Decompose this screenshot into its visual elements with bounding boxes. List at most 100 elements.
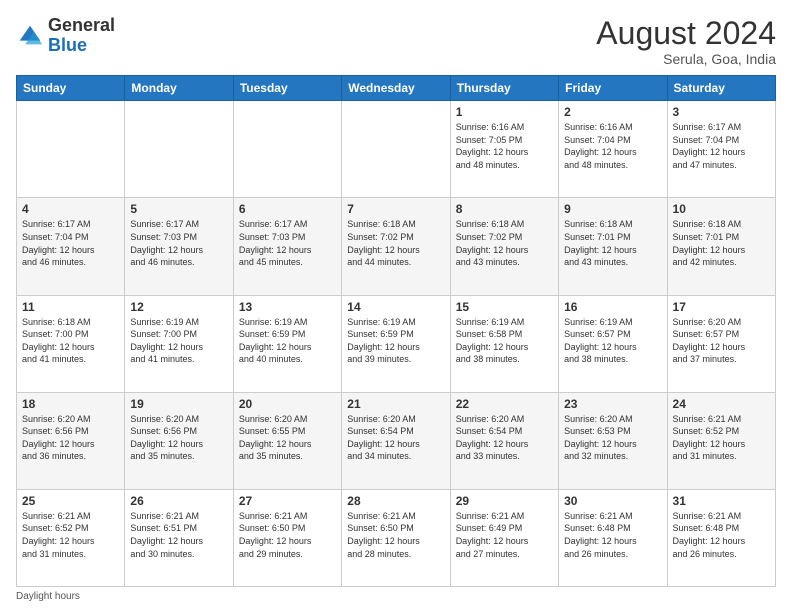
day-number: 4 (22, 202, 119, 216)
logo-icon (16, 22, 44, 50)
calendar-week-row: 25 Sunrise: 6:21 AM Sunset: 6:52 PM Dayli… (17, 489, 776, 586)
location: Serula, Goa, India (596, 51, 776, 67)
day-number: 1 (456, 105, 553, 119)
day-info: Sunrise: 6:21 AM Sunset: 6:50 PM Dayligh… (239, 510, 336, 560)
day-number: 31 (673, 494, 770, 508)
calendar-header-monday: Monday (125, 76, 233, 101)
day-number: 6 (239, 202, 336, 216)
day-info: Sunrise: 6:21 AM Sunset: 6:52 PM Dayligh… (22, 510, 119, 560)
logo-general-text: General (48, 15, 115, 35)
calendar-header-thursday: Thursday (450, 76, 558, 101)
day-info: Sunrise: 6:20 AM Sunset: 6:55 PM Dayligh… (239, 413, 336, 463)
calendar-week-row: 11Sunrise: 6:18 AM Sunset: 7:00 PM Dayli… (17, 295, 776, 392)
day-info: Sunrise: 6:18 AM Sunset: 7:01 PM Dayligh… (564, 218, 661, 268)
day-number: 24 (673, 397, 770, 411)
calendar-cell: 20Sunrise: 6:20 AM Sunset: 6:55 PM Dayli… (233, 392, 341, 489)
day-number: 19 (130, 397, 227, 411)
day-info: Sunrise: 6:19 AM Sunset: 6:58 PM Dayligh… (456, 316, 553, 366)
calendar-cell: 11Sunrise: 6:18 AM Sunset: 7:00 PM Dayli… (17, 295, 125, 392)
calendar-header-sunday: Sunday (17, 76, 125, 101)
calendar-cell: 24 Sunrise: 6:21 AM Sunset: 6:52 PM Dayli… (667, 392, 775, 489)
header: General Blue August 2024 Serula, Goa, In… (16, 16, 776, 67)
day-info: Sunrise: 6:17 AM Sunset: 7:04 PM Dayligh… (673, 121, 770, 171)
day-info: Sunrise: 6:16 AM Sunset: 7:04 PM Dayligh… (564, 121, 661, 171)
day-info: Sunrise: 6:19 AM Sunset: 6:59 PM Dayligh… (239, 316, 336, 366)
day-info: Sunrise: 6:19 AM Sunset: 6:59 PM Dayligh… (347, 316, 444, 366)
calendar-week-row: 1 Sunrise: 6:16 AM Sunset: 7:05 PM Daylig… (17, 101, 776, 198)
calendar-table: SundayMondayTuesdayWednesdayThursdayFrid… (16, 75, 776, 587)
logo-blue-text: Blue (48, 35, 87, 55)
footer: Daylight hours (16, 591, 776, 602)
day-number: 17 (673, 300, 770, 314)
footer-text: Daylight hours (16, 591, 80, 602)
day-info: Sunrise: 6:20 AM Sunset: 6:54 PM Dayligh… (456, 413, 553, 463)
day-info: Sunrise: 6:16 AM Sunset: 7:05 PM Dayligh… (456, 121, 553, 171)
day-info: Sunrise: 6:17 AM Sunset: 7:04 PM Dayligh… (22, 218, 119, 268)
day-number: 21 (347, 397, 444, 411)
calendar-cell: 22 Sunrise: 6:20 AM Sunset: 6:54 PM Dayli… (450, 392, 558, 489)
calendar-cell: 25 Sunrise: 6:21 AM Sunset: 6:52 PM Dayli… (17, 489, 125, 586)
day-number: 16 (564, 300, 661, 314)
calendar-cell: 23 Sunrise: 6:20 AM Sunset: 6:53 PM Dayli… (559, 392, 667, 489)
calendar-cell: 8Sunrise: 6:18 AM Sunset: 7:02 PM Daylig… (450, 198, 558, 295)
calendar-cell: 14 Sunrise: 6:19 AM Sunset: 6:59 PM Dayli… (342, 295, 450, 392)
day-info: Sunrise: 6:17 AM Sunset: 7:03 PM Dayligh… (239, 218, 336, 268)
calendar-cell: 6 Sunrise: 6:17 AM Sunset: 7:03 PM Daylig… (233, 198, 341, 295)
day-info: Sunrise: 6:19 AM Sunset: 7:00 PM Dayligh… (130, 316, 227, 366)
day-info: Sunrise: 6:21 AM Sunset: 6:48 PM Dayligh… (564, 510, 661, 560)
day-number: 5 (130, 202, 227, 216)
calendar-cell: 29 Sunrise: 6:21 AM Sunset: 6:49 PM Dayli… (450, 489, 558, 586)
day-number: 18 (22, 397, 119, 411)
day-info: Sunrise: 6:19 AM Sunset: 6:57 PM Dayligh… (564, 316, 661, 366)
page: General Blue August 2024 Serula, Goa, In… (0, 0, 792, 612)
calendar-header-tuesday: Tuesday (233, 76, 341, 101)
day-info: Sunrise: 6:20 AM Sunset: 6:56 PM Dayligh… (130, 413, 227, 463)
day-info: Sunrise: 6:21 AM Sunset: 6:50 PM Dayligh… (347, 510, 444, 560)
calendar-header-row: SundayMondayTuesdayWednesdayThursdayFrid… (17, 76, 776, 101)
day-number: 14 (347, 300, 444, 314)
calendar-cell: 10Sunrise: 6:18 AM Sunset: 7:01 PM Dayli… (667, 198, 775, 295)
day-number: 28 (347, 494, 444, 508)
calendar-cell: 18 Sunrise: 6:20 AM Sunset: 6:56 PM Dayli… (17, 392, 125, 489)
day-number: 12 (130, 300, 227, 314)
day-number: 25 (22, 494, 119, 508)
day-number: 30 (564, 494, 661, 508)
day-info: Sunrise: 6:18 AM Sunset: 7:01 PM Dayligh… (673, 218, 770, 268)
day-info: Sunrise: 6:21 AM Sunset: 6:51 PM Dayligh… (130, 510, 227, 560)
calendar-cell: 7 Sunrise: 6:18 AM Sunset: 7:02 PM Daylig… (342, 198, 450, 295)
day-number: 8 (456, 202, 553, 216)
day-number: 15 (456, 300, 553, 314)
calendar-week-row: 18 Sunrise: 6:20 AM Sunset: 6:56 PM Dayli… (17, 392, 776, 489)
calendar-cell: 9Sunrise: 6:18 AM Sunset: 7:01 PM Daylig… (559, 198, 667, 295)
calendar-cell (233, 101, 341, 198)
logo: General Blue (16, 16, 115, 56)
day-number: 22 (456, 397, 553, 411)
day-info: Sunrise: 6:21 AM Sunset: 6:49 PM Dayligh… (456, 510, 553, 560)
calendar-cell: 17Sunrise: 6:20 AM Sunset: 6:57 PM Dayli… (667, 295, 775, 392)
day-info: Sunrise: 6:20 AM Sunset: 6:56 PM Dayligh… (22, 413, 119, 463)
calendar-cell: 3 Sunrise: 6:17 AM Sunset: 7:04 PM Daylig… (667, 101, 775, 198)
calendar-header-wednesday: Wednesday (342, 76, 450, 101)
calendar-week-row: 4 Sunrise: 6:17 AM Sunset: 7:04 PM Daylig… (17, 198, 776, 295)
calendar-cell: 28 Sunrise: 6:21 AM Sunset: 6:50 PM Dayli… (342, 489, 450, 586)
day-info: Sunrise: 6:21 AM Sunset: 6:52 PM Dayligh… (673, 413, 770, 463)
day-info: Sunrise: 6:20 AM Sunset: 6:53 PM Dayligh… (564, 413, 661, 463)
calendar-header-saturday: Saturday (667, 76, 775, 101)
day-number: 26 (130, 494, 227, 508)
day-number: 29 (456, 494, 553, 508)
day-number: 3 (673, 105, 770, 119)
calendar-cell: 5Sunrise: 6:17 AM Sunset: 7:03 PM Daylig… (125, 198, 233, 295)
calendar-cell: 4 Sunrise: 6:17 AM Sunset: 7:04 PM Daylig… (17, 198, 125, 295)
calendar-cell: 21 Sunrise: 6:20 AM Sunset: 6:54 PM Dayli… (342, 392, 450, 489)
header-right: August 2024 Serula, Goa, India (596, 16, 776, 67)
day-info: Sunrise: 6:18 AM Sunset: 7:02 PM Dayligh… (347, 218, 444, 268)
calendar-cell: 31Sunrise: 6:21 AM Sunset: 6:48 PM Dayli… (667, 489, 775, 586)
day-info: Sunrise: 6:20 AM Sunset: 6:54 PM Dayligh… (347, 413, 444, 463)
day-number: 23 (564, 397, 661, 411)
day-number: 13 (239, 300, 336, 314)
calendar-cell (125, 101, 233, 198)
calendar-cell: 2Sunrise: 6:16 AM Sunset: 7:04 PM Daylig… (559, 101, 667, 198)
calendar-cell: 27Sunrise: 6:21 AM Sunset: 6:50 PM Dayli… (233, 489, 341, 586)
calendar-cell: 13 Sunrise: 6:19 AM Sunset: 6:59 PM Dayli… (233, 295, 341, 392)
day-number: 7 (347, 202, 444, 216)
